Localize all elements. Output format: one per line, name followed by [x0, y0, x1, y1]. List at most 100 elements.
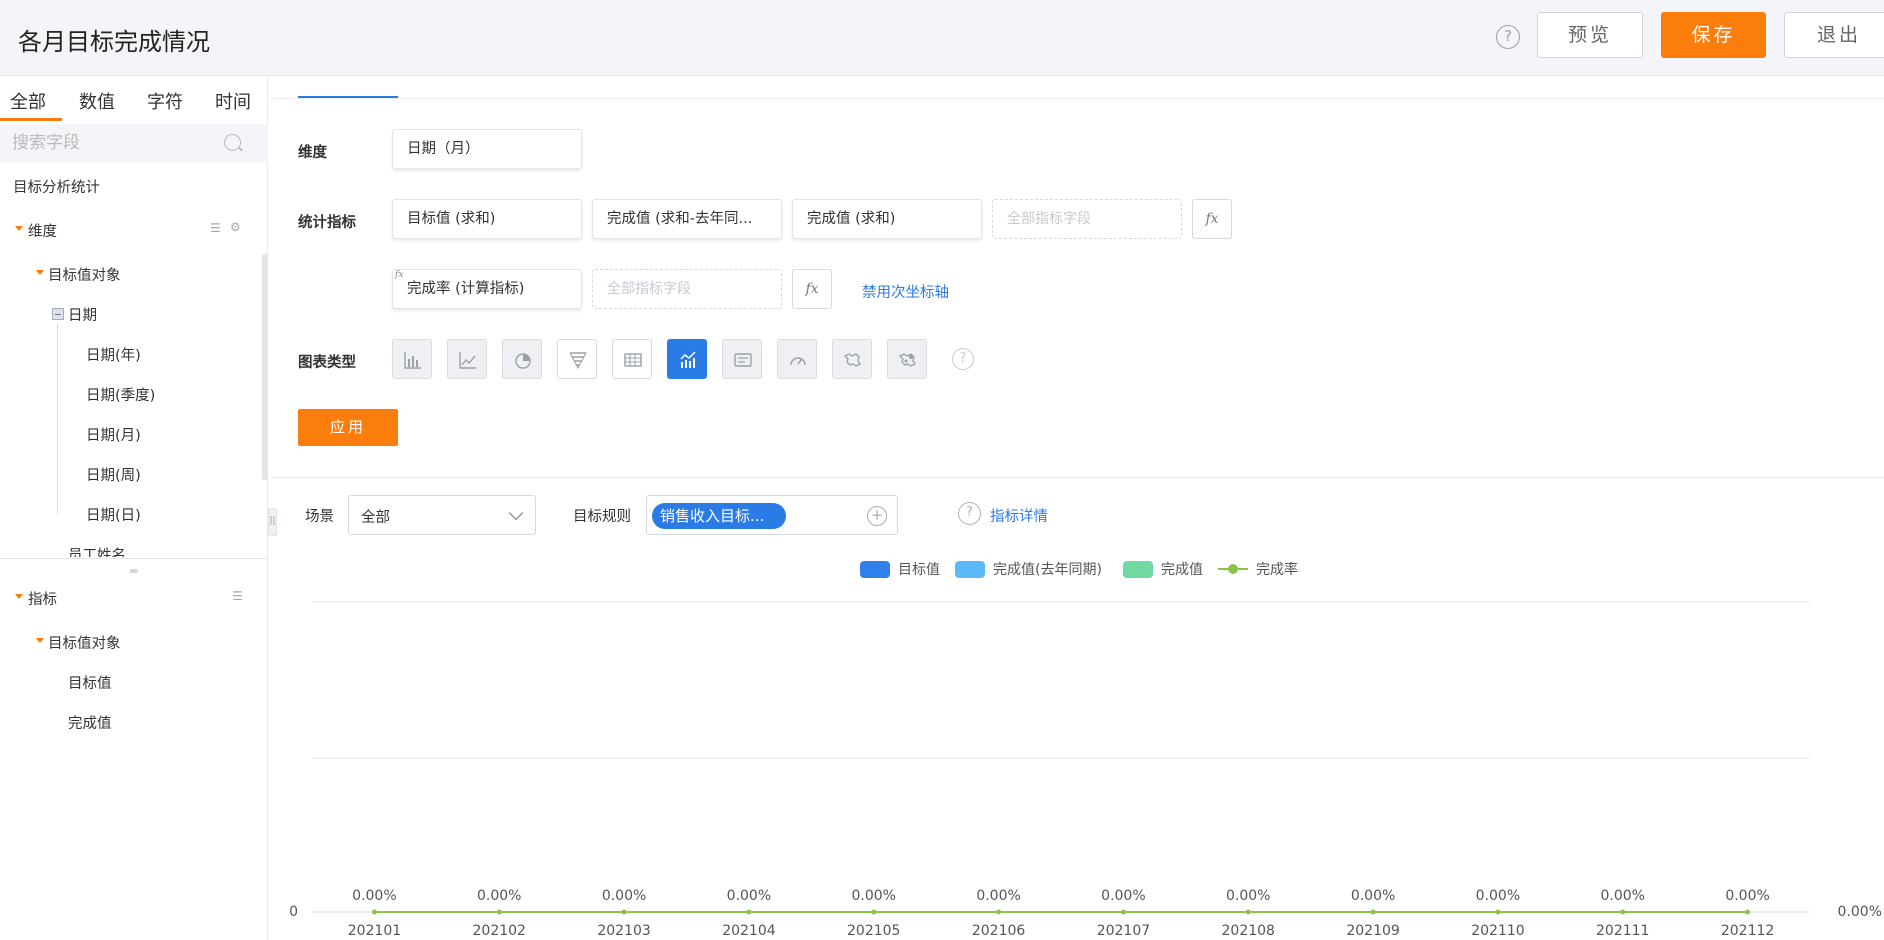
data-point	[996, 909, 1002, 915]
x-tick-label: 202107	[1097, 923, 1150, 939]
field-sidebar: 全部 数值 字符 时间 目标分析统计 维度 ☰ ⚙ 目标值对象 日期 日期(年)…	[0, 76, 268, 940]
dimension-group[interactable]: 维度	[28, 220, 57, 241]
sort-icon[interactable]: ☰	[210, 221, 221, 235]
chart-config-panel: 维度 日期（月） 统计指标 目标值 (求和) 完成值 (求和-去年同... 完成…	[270, 76, 1884, 478]
search-input[interactable]	[12, 132, 212, 154]
text-card-icon[interactable]	[722, 339, 762, 379]
legend-swatch	[1228, 564, 1238, 574]
data-label: 0.00%	[1101, 888, 1145, 904]
scene-select[interactable]: 全部	[348, 495, 536, 535]
exit-button[interactable]: 退出	[1784, 12, 1884, 58]
legend-swatch	[955, 561, 985, 578]
data-point	[621, 909, 627, 915]
bar-chart-icon[interactable]	[392, 339, 432, 379]
x-tick-label: 202104	[722, 923, 776, 939]
field-item[interactable]: 日期(月)	[86, 424, 141, 445]
data-label: 0.00%	[727, 888, 771, 904]
bubble-map-icon[interactable]	[887, 339, 927, 379]
tree-guide-line	[57, 324, 58, 514]
field-item[interactable]: 目标值	[68, 672, 112, 693]
target-rule-field[interactable]: 销售收入目标... +	[646, 495, 898, 535]
line-chart-icon[interactable]	[447, 339, 487, 379]
data-point	[1120, 909, 1126, 915]
scrollbar[interactable]	[262, 254, 268, 480]
pie-chart-icon[interactable]	[502, 339, 542, 379]
data-label: 0.00%	[1601, 888, 1645, 904]
metric-chip[interactable]: 完成值 (求和-去年同...	[592, 199, 782, 239]
dimension-label: 维度	[298, 145, 327, 161]
apply-button[interactable]: 应用	[298, 409, 398, 446]
rule-tag[interactable]: 销售收入目标...	[652, 503, 786, 529]
x-tick-label: 202106	[972, 923, 1026, 939]
legend-label: 目标值	[898, 562, 940, 578]
formula-button[interactable]: fx	[792, 269, 832, 309]
header: 各月目标完成情况 ? 预览 保存 退出	[0, 0, 1884, 76]
combo-chart: 目标值 完成值(去年同期) 完成值 完成率 0 0.00% 202101 0.00% 20210…	[289, 561, 1882, 939]
dimension-object[interactable]: 目标值对象	[48, 264, 121, 285]
date-node[interactable]: 日期	[68, 304, 97, 325]
help-icon[interactable]: ?	[952, 348, 974, 370]
help-icon[interactable]: ?	[1496, 25, 1520, 49]
metric-chip[interactable]: 目标值 (求和)	[392, 199, 582, 239]
dimension-chip[interactable]: 日期（月）	[392, 129, 582, 169]
data-label: 0.00%	[1476, 888, 1520, 904]
combo-chart-icon[interactable]	[667, 339, 707, 379]
calc-metric-chip[interactable]: fx 完成率 (计算指标)	[392, 269, 582, 309]
x-tick-label: 202108	[1222, 923, 1275, 939]
legend-swatch	[860, 561, 890, 578]
help-icon[interactable]: ?	[958, 502, 981, 525]
legend-label: 完成值	[1161, 562, 1203, 578]
chart-area: 目标值 完成值(去年同期) 完成值 完成率 0 0.00% 202101 0.00% 20210…	[270, 548, 1884, 940]
data-point	[1370, 909, 1376, 915]
gear-icon[interactable]: ⚙	[230, 220, 241, 234]
data-label: 0.00%	[477, 888, 521, 904]
tab-numeric[interactable]: 数值	[79, 88, 115, 114]
funnel-chart-icon[interactable]	[557, 339, 597, 379]
rule-label: 目标规则	[573, 509, 631, 525]
tab-all[interactable]: 全部	[10, 88, 46, 114]
search-bar	[0, 124, 268, 162]
field-item[interactable]: 日期(季度)	[86, 384, 155, 405]
metric-object[interactable]: 目标值对象	[48, 632, 121, 653]
data-point	[871, 909, 877, 915]
metric-chip[interactable]: 完成值 (求和)	[792, 199, 982, 239]
save-button[interactable]: 保存	[1661, 12, 1766, 58]
metric-detail-link[interactable]: 指标详情	[990, 505, 1048, 526]
data-point	[1620, 909, 1626, 915]
resize-handle-icon[interactable]: ═	[130, 564, 137, 578]
active-tab-indicator	[0, 118, 62, 121]
caret-down-icon[interactable]	[15, 594, 23, 599]
map-icon[interactable]	[832, 339, 872, 379]
empty-metric-slot[interactable]: 全部指标字段	[992, 199, 1182, 239]
tab-string[interactable]: 字符	[147, 88, 183, 114]
data-point	[371, 909, 377, 915]
caret-down-icon[interactable]	[36, 270, 44, 275]
tab-time[interactable]: 时间	[215, 88, 251, 114]
data-label: 0.00%	[602, 888, 646, 904]
metric-group[interactable]: 指标	[28, 588, 57, 609]
data-point	[746, 909, 752, 915]
x-tick-label: 202109	[1346, 923, 1399, 939]
empty-metric-slot[interactable]: 全部指标字段	[592, 269, 782, 309]
formula-button[interactable]: fx	[1192, 199, 1232, 239]
field-item[interactable]: 日期(日)	[86, 504, 141, 525]
gauge-icon[interactable]	[777, 339, 817, 379]
chart-type-label: 图表类型	[298, 355, 356, 371]
preview-button[interactable]: 预览	[1537, 12, 1643, 58]
sort-icon[interactable]: ☰	[232, 589, 243, 603]
add-icon[interactable]: +	[867, 506, 887, 526]
caret-down-icon[interactable]	[36, 638, 44, 643]
data-label: 0.00%	[352, 888, 396, 904]
field-item[interactable]: 员工姓名	[68, 544, 126, 557]
y-left-tick-label: 0	[289, 904, 298, 920]
field-item[interactable]: 日期(周)	[86, 464, 141, 485]
table-icon[interactable]	[612, 339, 652, 379]
caret-down-icon[interactable]	[15, 226, 23, 231]
disable-secondary-axis-link[interactable]: 禁用次坐标轴	[862, 281, 949, 302]
search-icon[interactable]	[224, 134, 241, 151]
x-tick-label: 202111	[1596, 923, 1649, 939]
collapse-icon[interactable]	[52, 308, 64, 320]
field-item[interactable]: 完成值	[68, 712, 112, 733]
scene-label: 场景	[305, 509, 334, 525]
field-item[interactable]: 日期(年)	[86, 344, 141, 365]
